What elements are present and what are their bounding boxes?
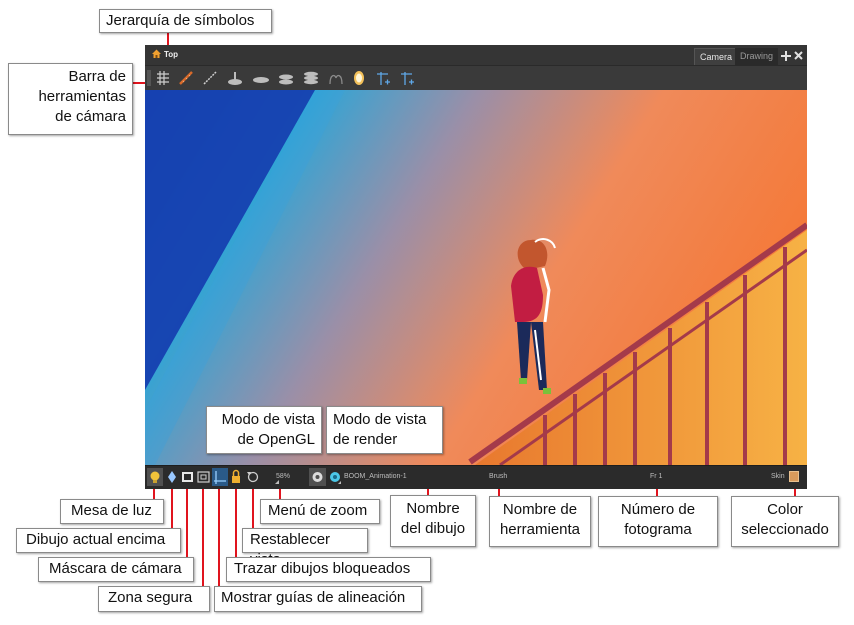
callout-selected-color-line1: Color [767, 501, 803, 518]
callout-symbol-hierarchy-text: Jerarquía de símbolos [106, 12, 255, 29]
callout-show-guides: Mostrar guías de alineación [214, 586, 422, 612]
home-icon [152, 49, 161, 58]
light-table-icon[interactable] [147, 468, 163, 486]
callout-light-table: Mesa de luz [60, 499, 164, 524]
show-guides-icon[interactable] [212, 468, 228, 486]
line-icon[interactable] [203, 71, 217, 85]
drawing-name: BOOM_Animation-1 [344, 473, 407, 480]
frame-number: Fr 1 [650, 473, 663, 480]
breadcrumb-label: Top [164, 50, 179, 59]
stack-icon[interactable] [304, 71, 318, 85]
tool-name: Brush [489, 473, 508, 480]
tab-camera[interactable]: Camera [694, 48, 739, 65]
selected-color-label: Skin [771, 473, 785, 480]
callout-tool-name-line2: herramienta [499, 521, 581, 538]
callout-zoom-menu-text: Menú de zoom [268, 502, 368, 519]
camera-mask-icon[interactable] [182, 472, 193, 482]
callout-current-on-top: Dibujo actual encima [16, 528, 181, 553]
callout-light-table-text: Mesa de luz [71, 502, 152, 519]
reset-view-icon[interactable] [247, 471, 259, 483]
callout-zoom-menu: Menú de zoom [260, 499, 380, 524]
callout-camera-toolbar-line1: Barra de [68, 68, 126, 85]
close-icon[interactable] [794, 51, 803, 60]
plus-axis-icon[interactable] [377, 72, 390, 85]
callout-opengl-mode: Modo de vista de OpenGL [206, 406, 322, 454]
callout-safe-area: Zona segura [98, 586, 210, 612]
callout-opengl-line2: de OpenGL [237, 431, 315, 448]
callout-frame-number-line1: Número de [620, 501, 696, 518]
tab-drawing[interactable]: Drawing [735, 48, 779, 65]
safe-area-icon[interactable] [197, 471, 210, 483]
leader-safe-area [202, 482, 204, 586]
callout-selected-color: Color seleccionado [731, 496, 839, 547]
callout-reset-view: Restablecer vista [242, 528, 368, 568]
render-mode-icon[interactable] [330, 472, 341, 484]
axis-icon[interactable] [401, 72, 414, 85]
leader-trace-locked [235, 482, 237, 557]
callout-safe-area-text: Zona segura [108, 589, 193, 606]
callout-drawing-name-line1: Nombre [406, 500, 460, 517]
callout-frame-number: Número de fotograma [598, 496, 718, 547]
callout-trace-locked: Trazar dibujos bloqueados [226, 557, 431, 582]
callout-current-on-top-text: Dibujo actual encima [26, 531, 166, 548]
cylinder-icon[interactable] [279, 74, 293, 85]
selected-color-swatch[interactable] [789, 471, 799, 482]
callout-frame-number-line2: fotograma [624, 521, 692, 538]
camera-toolbar [145, 65, 807, 90]
leader-show-guides [218, 482, 220, 586]
ruler-icon[interactable] [179, 71, 193, 85]
status-bar: 58% BOOM_Animation-1 Brush Fr 1 Skin [145, 465, 807, 489]
plus-icon[interactable] [781, 51, 791, 61]
callout-camera-mask-text: Máscara de cámara [49, 560, 182, 577]
callout-camera-toolbar-line2: herramientas [38, 88, 126, 105]
turnip-icon[interactable] [228, 72, 242, 85]
callout-trace-locked-text: Trazar dibujos bloqueados [234, 560, 411, 577]
callout-opengl-line1: Modo de vista [221, 411, 315, 428]
callout-drawing-name-line2: del dibujo [400, 520, 466, 537]
callout-tool-name: Nombre de herramienta [489, 496, 591, 547]
opengl-mode-icon[interactable] [309, 468, 326, 486]
grid-icon[interactable] [157, 71, 169, 85]
toolbar-grip[interactable] [147, 70, 151, 86]
title-bar: Top Camera Drawing [145, 45, 807, 65]
pegs-icon[interactable] [329, 74, 343, 85]
ellipse-icon[interactable] [253, 77, 269, 83]
callout-show-guides-text: Mostrar guías de alineación [221, 589, 406, 606]
callout-camera-mask: Máscara de cámara [38, 557, 194, 582]
clock-icon[interactable] [354, 71, 364, 85]
leader-camera-mask [186, 482, 188, 557]
lock-icon[interactable] [232, 469, 240, 484]
callout-render-line2: de render [333, 431, 398, 448]
callout-drawing-name: Nombre del dibujo [390, 495, 476, 547]
callout-tool-name-line1: Nombre de [502, 501, 578, 518]
zoom-menu-arrow-icon[interactable] [275, 480, 279, 484]
callout-render-line1: Modo de vista [333, 411, 427, 428]
callout-symbol-hierarchy: Jerarquía de símbolos [99, 9, 272, 33]
callout-selected-color-line2: seleccionado [741, 521, 829, 538]
callout-camera-toolbar-line3: de cámara [55, 108, 126, 125]
callout-camera-toolbar: Barra de herramientas de cámara [8, 63, 133, 135]
current-on-top-icon[interactable] [168, 471, 176, 483]
callout-render-mode: Modo de vista de render [326, 406, 443, 454]
zoom-value[interactable]: 58% [276, 473, 290, 480]
